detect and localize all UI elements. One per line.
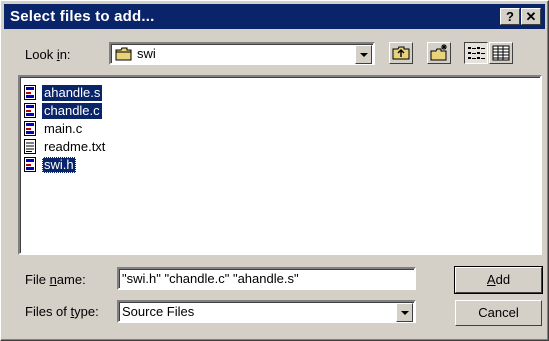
source-file-icon [24, 121, 36, 136]
window-title: Select files to add... [10, 8, 155, 25]
file-name: swi.h [42, 157, 76, 173]
list-view-button[interactable] [464, 42, 488, 64]
file-name-label: File name: [25, 272, 86, 287]
chevron-down-icon [401, 311, 409, 315]
cancel-button[interactable]: Cancel [455, 300, 542, 326]
file-type-label: Files of type: [25, 304, 99, 319]
text-file-icon [24, 139, 36, 154]
file-name: readme.txt [44, 139, 106, 154]
look-in-value: swi [137, 46, 156, 61]
file-list[interactable]: ahandle.s chandle.c main.c readme.txt sw… [18, 75, 542, 255]
up-one-level-button[interactable] [389, 42, 413, 64]
file-name-input[interactable]: "swi.h" "chandle.c" "ahandle.s" [117, 267, 416, 290]
list-view-icon [468, 47, 485, 59]
source-file-icon [24, 103, 36, 118]
file-name: chandle.c [42, 103, 102, 119]
details-view-button[interactable] [489, 42, 513, 64]
add-button[interactable]: Add [454, 266, 543, 294]
file-type-dropdown-button[interactable] [396, 303, 413, 322]
file-name: ahandle.s [42, 85, 103, 101]
source-file-icon [24, 85, 36, 100]
chevron-down-icon [360, 53, 368, 57]
source-file-icon [24, 157, 36, 172]
close-button[interactable]: ✕ [521, 8, 541, 25]
help-button[interactable]: ? [500, 8, 520, 25]
file-type-value: Source Files [122, 304, 195, 319]
file-name: main.c [44, 121, 83, 136]
select-files-dialog: Select files to add... ? ✕ Look in: swi [0, 0, 549, 341]
up-folder-icon [392, 46, 410, 60]
file-type-select[interactable]: Source Files [117, 300, 416, 323]
file-name-value: "swi.h" "chandle.c" "ahandle.s" [122, 271, 299, 286]
look-in-dropdown-button[interactable] [355, 45, 372, 64]
details-view-icon [492, 45, 510, 61]
folder-icon [115, 47, 132, 61]
look-in-combo[interactable]: swi [109, 42, 375, 65]
look-in-label: Look in: [25, 47, 71, 62]
title-bar[interactable]: Select files to add... ? ✕ [4, 4, 545, 29]
new-folder-icon [430, 44, 447, 61]
create-new-folder-button[interactable] [427, 42, 451, 64]
